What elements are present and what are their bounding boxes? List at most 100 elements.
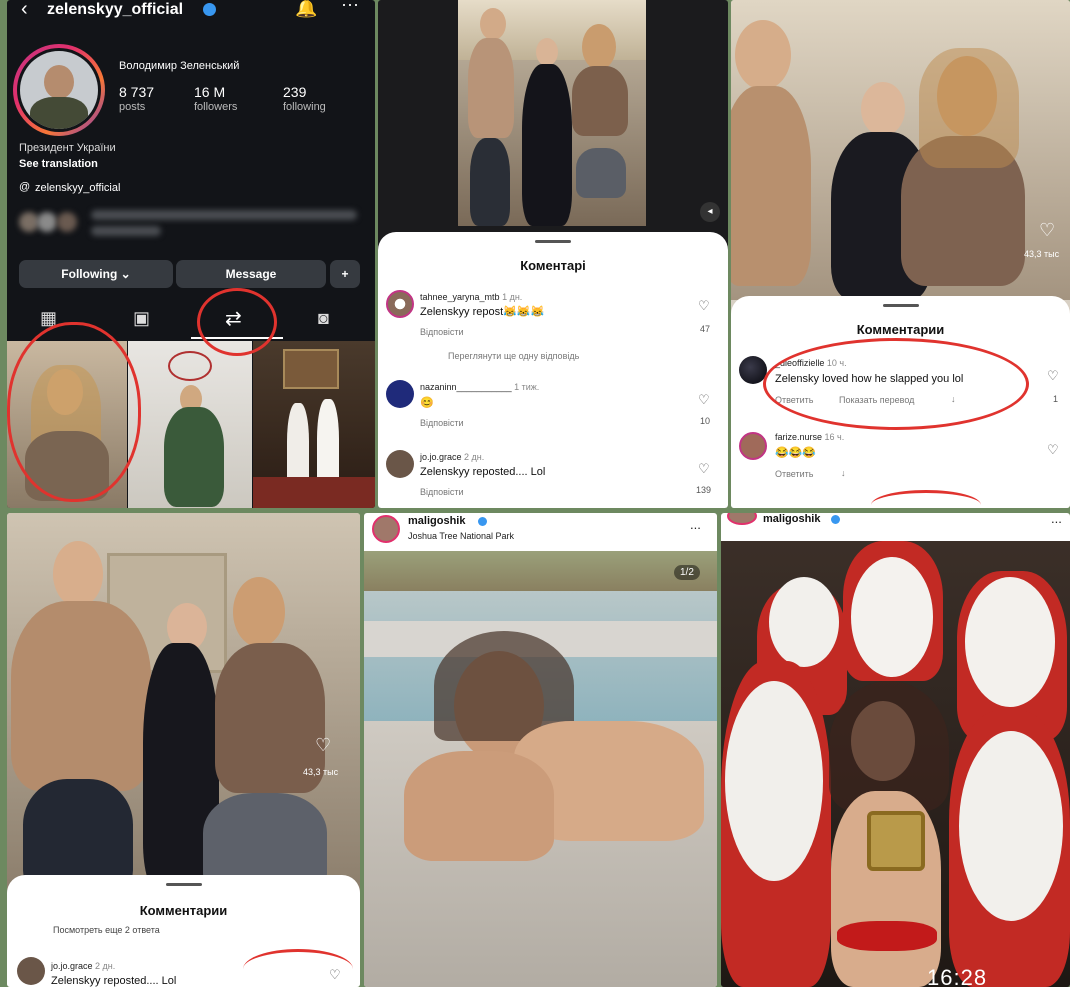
more-icon[interactable]: ···: [341, 0, 359, 15]
see-translation-link[interactable]: See translation: [19, 158, 98, 170]
comment-username[interactable]: jo.jo.grace 2 дн.: [51, 961, 115, 971]
avatar[interactable]: [386, 290, 414, 318]
following-button-label: Following: [61, 267, 118, 281]
profile-panel: ‹ zelenskyy_official 🔔 ··· Володимир Зел…: [7, 0, 375, 508]
heart-icon[interactable]: ♡: [315, 735, 331, 756]
post-santa-panel: maligoshik ... 16:28: [721, 513, 1070, 987]
following-count[interactable]: 239: [283, 84, 306, 100]
post-username[interactable]: maligoshik: [408, 515, 465, 527]
following-label[interactable]: following: [283, 101, 326, 113]
like-count: 139: [696, 485, 712, 495]
comment-username[interactable]: tahnee_yaryna_mtb 1 дн.: [420, 292, 522, 302]
comments-title: Комментарии: [856, 322, 945, 337]
profile-avatar[interactable]: [13, 44, 105, 136]
comment-username[interactable]: jo.jo.grace 2 дн.: [420, 452, 484, 462]
reply-link[interactable]: Відповісти: [420, 327, 464, 337]
add-user-button[interactable]: +: [330, 260, 360, 288]
comments-sheet-ru: Комментарии _dieoffizielle 10 ч. Zelensk…: [731, 296, 1070, 508]
post-pool-panel: maligoshik Joshua Tree National Park ...…: [364, 513, 717, 987]
reel-video[interactable]: [458, 0, 646, 226]
comments-title: Коментарі: [520, 258, 586, 273]
reel-video[interactable]: [7, 513, 360, 893]
threads-handle[interactable]: zelenskyy_official: [35, 182, 120, 194]
reel-comments-ru-bottom-panel: ♡ 43,3 тыс Комментарии Посмотреть еще 2 …: [7, 513, 360, 987]
view-more-replies[interactable]: Переглянути ще одну відповідь: [448, 351, 579, 361]
view-more-replies[interactable]: Посмотреть еще 2 ответа: [53, 925, 160, 935]
post-photo[interactable]: [721, 541, 1070, 987]
reel-comments-ua-panel: ◂ Коментарі tahnee_yaryna_mtb 1 дн. Zele…: [378, 0, 728, 508]
annotation-circle-comment: [763, 338, 1029, 430]
reel-video[interactable]: [731, 0, 1070, 300]
bell-icon[interactable]: 🔔: [295, 0, 317, 19]
heart-icon[interactable]: ♡: [1047, 368, 1059, 384]
post-username[interactable]: maligoshik: [763, 513, 820, 525]
more-icon[interactable]: ...: [690, 517, 701, 532]
post-header: maligoshik ...: [721, 513, 1070, 539]
tagged-icon[interactable]: ◙: [318, 308, 329, 329]
like-count: 1: [1053, 394, 1059, 404]
comment-user-name[interactable]: farize.nurse: [775, 432, 822, 442]
like-count: 10: [700, 416, 711, 426]
verified-badge-icon: [203, 3, 216, 16]
comment-text: Zelenskyy reposted.... Lol: [420, 466, 546, 478]
comment-user-name[interactable]: tahnee_yaryna_mtb: [420, 292, 500, 302]
avatar[interactable]: [386, 450, 414, 478]
threads-icon[interactable]: @: [19, 181, 30, 193]
heart-icon[interactable]: ♡: [698, 298, 710, 314]
post-location[interactable]: Joshua Tree National Park: [408, 531, 514, 541]
like-count: 47: [700, 324, 711, 334]
avatar[interactable]: [386, 380, 414, 408]
reply-link[interactable]: Ответить: [775, 469, 813, 479]
posts-label: posts: [119, 101, 146, 113]
reel-comments-ru-panel: ♡ 43,3 тыс Комментарии _dieoffizielle 10…: [731, 0, 1070, 508]
side-like-count: 43,3 тыс: [303, 767, 339, 777]
followers-count[interactable]: 16 M: [194, 84, 225, 100]
grid-thumbnail-2[interactable]: [128, 341, 252, 508]
back-icon[interactable]: ‹: [21, 0, 28, 21]
verified-badge-icon: [831, 515, 840, 524]
heart-icon[interactable]: ♡: [698, 392, 710, 408]
posts-count: 8 737: [119, 84, 155, 100]
profile-header: ‹ zelenskyy_official 🔔 ···: [7, 0, 375, 28]
heart-icon[interactable]: ♡: [1047, 442, 1059, 458]
message-button[interactable]: Message: [176, 260, 326, 288]
mute-icon[interactable]: ◂: [700, 202, 720, 222]
post-avatar[interactable]: [727, 513, 757, 525]
profile-bio: Президент України: [19, 142, 116, 154]
comments-title: Комментарии: [139, 903, 228, 918]
annotation-circle-thumbnail: [7, 322, 141, 502]
heart-icon[interactable]: ♡: [1039, 220, 1055, 241]
post-avatar[interactable]: [372, 515, 400, 543]
screenshot-collage: ‹ zelenskyy_official 🔔 ··· Володимир Зел…: [0, 0, 1070, 987]
arrow-down-icon[interactable]: ↓: [841, 468, 846, 478]
followed-by-blurred: [17, 206, 357, 240]
comment-username[interactable]: farize.nurse 16 ч.: [775, 432, 844, 442]
comment-username[interactable]: nazaninn___________ 1 тиж.: [420, 382, 539, 392]
side-like-count: 43,3 тыс: [1024, 249, 1060, 259]
profile-username: zelenskyy_official: [47, 1, 184, 18]
comment-user-name[interactable]: nazaninn___________: [420, 382, 512, 392]
followers-label[interactable]: followers: [194, 101, 237, 113]
comment-user-name[interactable]: jo.jo.grace: [420, 452, 462, 462]
chevron-down-icon: ⌄: [120, 267, 131, 281]
comment-time: 2 дн.: [95, 961, 116, 971]
profile-display-name: Володимир Зеленський: [119, 60, 240, 72]
comment-time: 1 тиж.: [514, 382, 540, 392]
more-icon[interactable]: ...: [1051, 513, 1062, 526]
following-button[interactable]: Following ⌄: [19, 260, 173, 288]
verified-badge-icon: [478, 517, 487, 526]
reels-icon[interactable]: ▣: [133, 308, 150, 329]
avatar[interactable]: [17, 957, 45, 985]
grid-thumbnail-3[interactable]: [253, 341, 375, 508]
comment-user-name[interactable]: jo.jo.grace: [51, 961, 93, 971]
annotation-stroke: [243, 949, 353, 987]
annotation-circle-repost-tab: [197, 288, 277, 356]
reply-link[interactable]: Відповісти: [420, 418, 464, 428]
comment-text: Zelenskyy repost😹😹😹: [420, 306, 545, 318]
comment-time: 16 ч.: [824, 432, 845, 442]
image-counter: 1/2: [674, 565, 700, 580]
avatar[interactable]: [739, 432, 767, 460]
reply-link[interactable]: Відповісти: [420, 487, 464, 497]
post-photo[interactable]: [364, 551, 717, 987]
heart-icon[interactable]: ♡: [698, 461, 710, 477]
